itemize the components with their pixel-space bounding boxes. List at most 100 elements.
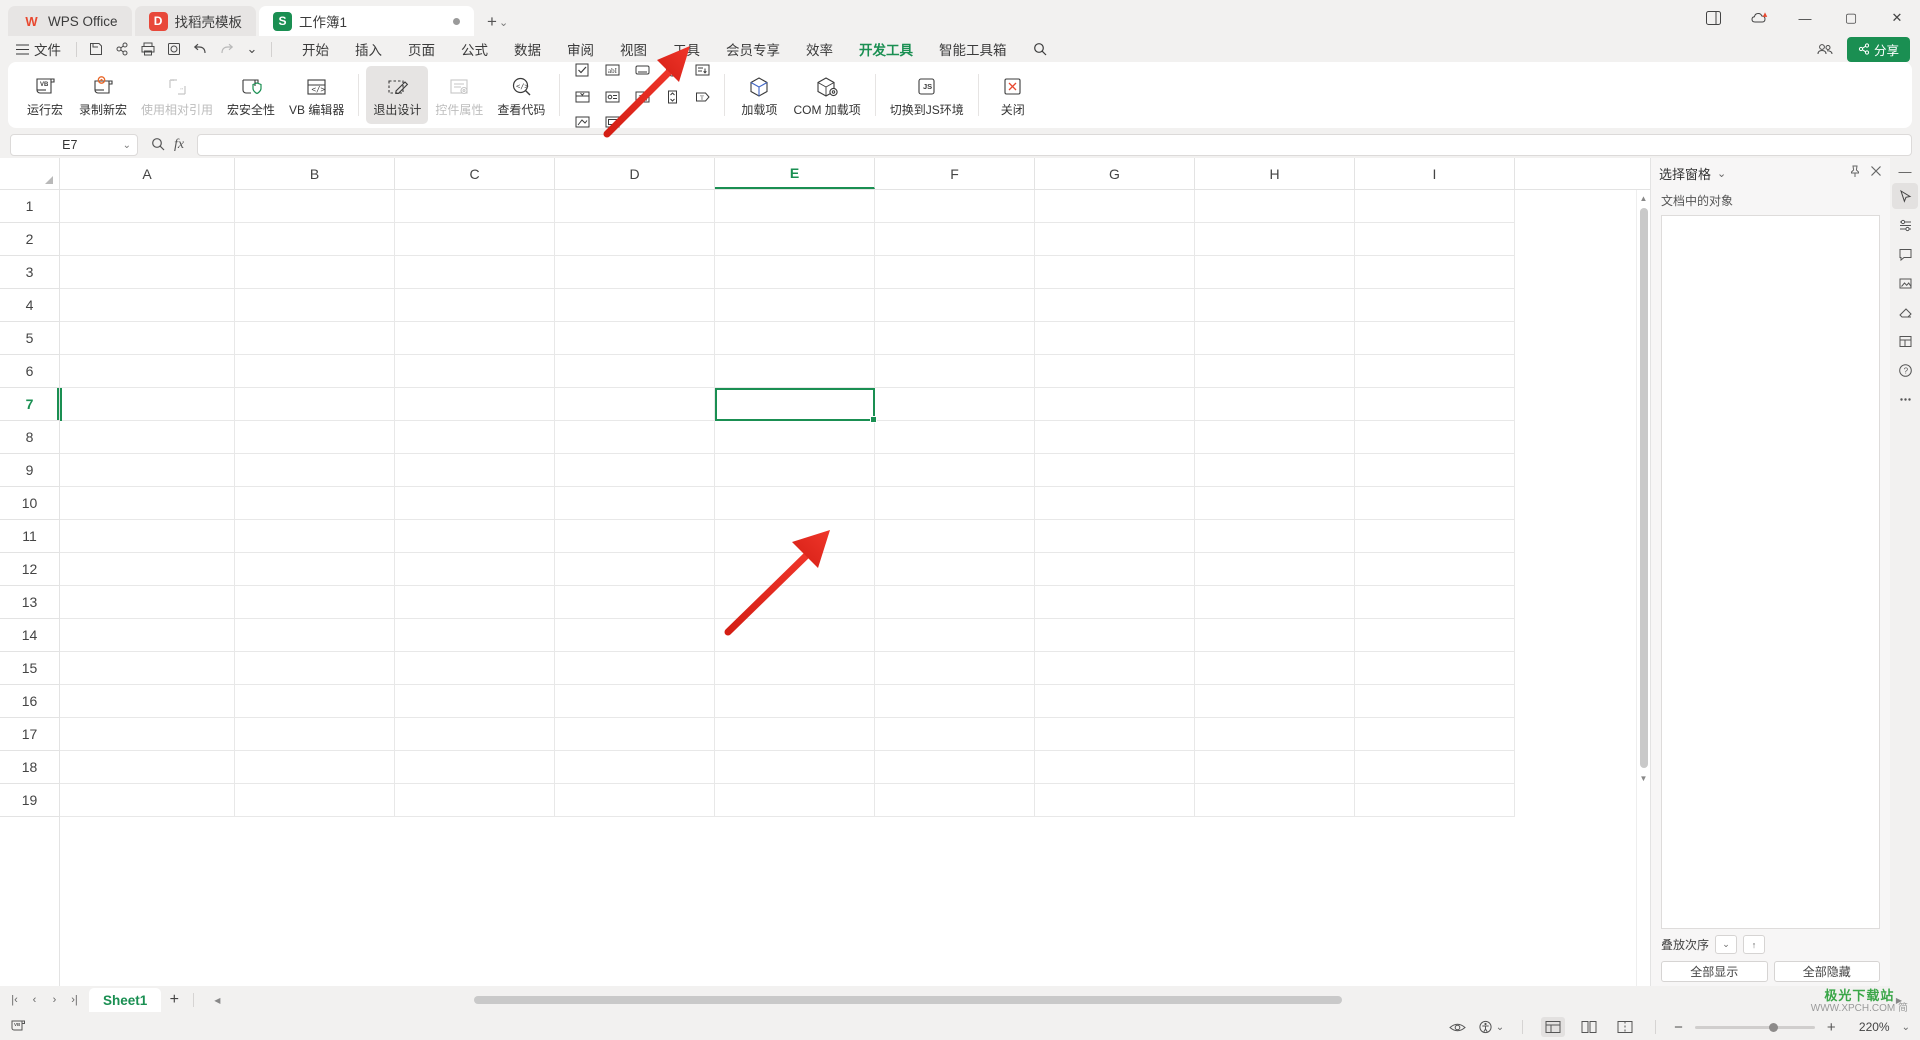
cell-A8[interactable]	[60, 553, 235, 586]
collapse-rail-icon[interactable]: —	[1892, 162, 1918, 180]
cell-D12[interactable]	[555, 421, 715, 454]
cell-E6[interactable]	[715, 619, 875, 652]
groupbox-control-icon[interactable]	[570, 110, 594, 134]
cell-H4[interactable]	[1195, 685, 1355, 718]
cell-F8[interactable]	[875, 553, 1035, 586]
layout-toggle-icon[interactable]	[1690, 0, 1736, 36]
selection-pane-icon[interactable]	[1892, 328, 1918, 354]
macro-security-button[interactable]: 宏安全性	[220, 66, 282, 124]
cell-I17[interactable]	[1355, 256, 1515, 289]
more-options-icon[interactable]	[1892, 386, 1918, 412]
search-icon[interactable]	[1020, 38, 1060, 60]
cell-D7[interactable]	[555, 586, 715, 619]
cell-A18[interactable]	[60, 223, 235, 256]
cell-G19[interactable]	[1035, 190, 1195, 223]
view-code-button[interactable]: </> 查看代码	[490, 66, 552, 124]
cell-C2[interactable]	[395, 751, 555, 784]
show-all-button[interactable]: 全部显示	[1661, 961, 1768, 982]
cell-D2[interactable]	[555, 751, 715, 784]
cell-D4[interactable]	[555, 685, 715, 718]
cell-E8[interactable]	[715, 553, 875, 586]
cell-I6[interactable]	[1355, 619, 1515, 652]
tab-efficiency[interactable]: 效率	[793, 38, 846, 60]
cell-H3[interactable]	[1195, 718, 1355, 751]
cell-D10[interactable]	[555, 487, 715, 520]
cell-B2[interactable]	[235, 751, 395, 784]
selection-pane-object-list[interactable]	[1661, 215, 1880, 929]
cell-B14[interactable]	[235, 355, 395, 388]
cell-C8[interactable]	[395, 553, 555, 586]
share-button[interactable]: 分享	[1846, 36, 1910, 62]
cell-A12[interactable]	[60, 421, 235, 454]
cell-B10[interactable]	[235, 487, 395, 520]
close-icon[interactable]	[1870, 165, 1882, 181]
checkbox-control-icon[interactable]	[570, 58, 594, 82]
cell-I3[interactable]	[1355, 718, 1515, 751]
cell-E17[interactable]	[715, 256, 875, 289]
column-header-c[interactable]: C	[395, 158, 555, 189]
tab-start[interactable]: 开始	[289, 38, 342, 60]
image-tools-icon[interactable]	[1892, 270, 1918, 296]
cell-B18[interactable]	[235, 223, 395, 256]
cell-E14[interactable]	[715, 355, 875, 388]
cell-I18[interactable]	[1355, 223, 1515, 256]
cell-D5[interactable]	[555, 652, 715, 685]
run-macro-button[interactable]: VB 运行宏	[18, 66, 72, 124]
cell-H10[interactable]	[1195, 487, 1355, 520]
undo-icon[interactable]	[188, 38, 212, 60]
js-environment-button[interactable]: JS 切换到JS环境	[883, 66, 971, 124]
cell-C3[interactable]	[395, 718, 555, 751]
last-sheet-icon[interactable]: ›|	[66, 990, 83, 1010]
exit-design-button[interactable]: 退出设计	[366, 66, 429, 124]
spinner-label-icon[interactable]: 1	[630, 85, 654, 109]
row-header-16[interactable]: 16	[0, 685, 59, 718]
cell-I16[interactable]	[1355, 289, 1515, 322]
row-header-9[interactable]: 9	[0, 454, 59, 487]
cell-F12[interactable]	[875, 421, 1035, 454]
maximize-button[interactable]: ▢	[1828, 0, 1874, 36]
cell-F2[interactable]	[875, 751, 1035, 784]
cell-C11[interactable]	[395, 454, 555, 487]
cell-C9[interactable]	[395, 520, 555, 553]
cell-I12[interactable]	[1355, 421, 1515, 454]
row-header-2[interactable]: 2	[0, 223, 59, 256]
horizontal-scroll-thumb[interactable]	[474, 996, 1342, 1004]
label-control-icon[interactable]: T	[690, 85, 714, 109]
readmode-icon[interactable]	[1448, 1021, 1466, 1034]
cell-F13[interactable]	[875, 388, 1035, 421]
cell-C6[interactable]	[395, 619, 555, 652]
print-preview-icon[interactable]	[162, 38, 186, 60]
zoom-in-button[interactable]: +	[1827, 1019, 1836, 1036]
cell-A17[interactable]	[60, 256, 235, 289]
cell-C15[interactable]	[395, 322, 555, 355]
cell-H8[interactable]	[1195, 553, 1355, 586]
cell-D17[interactable]	[555, 256, 715, 289]
cell-G5[interactable]	[1035, 652, 1195, 685]
cell-G12[interactable]	[1035, 421, 1195, 454]
move-up-button[interactable]: ↑	[1743, 935, 1766, 954]
column-header-i[interactable]: I	[1355, 158, 1515, 189]
cell-C18[interactable]	[395, 223, 555, 256]
cell-G9[interactable]	[1035, 520, 1195, 553]
cell-B6[interactable]	[235, 619, 395, 652]
cell-C19[interactable]	[395, 190, 555, 223]
cell-G1[interactable]	[1035, 784, 1195, 817]
cell-G3[interactable]	[1035, 718, 1195, 751]
stacking-order-dropdown[interactable]: ⌄	[1715, 935, 1738, 954]
save-icon[interactable]	[84, 38, 108, 60]
cell-E1[interactable]	[715, 784, 875, 817]
cell-E2[interactable]	[715, 751, 875, 784]
cell-B11[interactable]	[235, 454, 395, 487]
cell-H5[interactable]	[1195, 652, 1355, 685]
help-icon[interactable]: ?	[1892, 357, 1918, 383]
zoom-slider[interactable]	[1694, 1020, 1815, 1034]
cell-I2[interactable]	[1355, 751, 1515, 784]
textbox-control-icon[interactable]: abI	[600, 58, 624, 82]
pin-icon[interactable]	[1849, 165, 1861, 181]
cell-G4[interactable]	[1035, 685, 1195, 718]
eraser-tools-icon[interactable]	[1892, 299, 1918, 325]
cell-G7[interactable]	[1035, 586, 1195, 619]
cell-I10[interactable]	[1355, 487, 1515, 520]
row-header-4[interactable]: 4	[0, 289, 59, 322]
row-header-5[interactable]: 5	[0, 322, 59, 355]
